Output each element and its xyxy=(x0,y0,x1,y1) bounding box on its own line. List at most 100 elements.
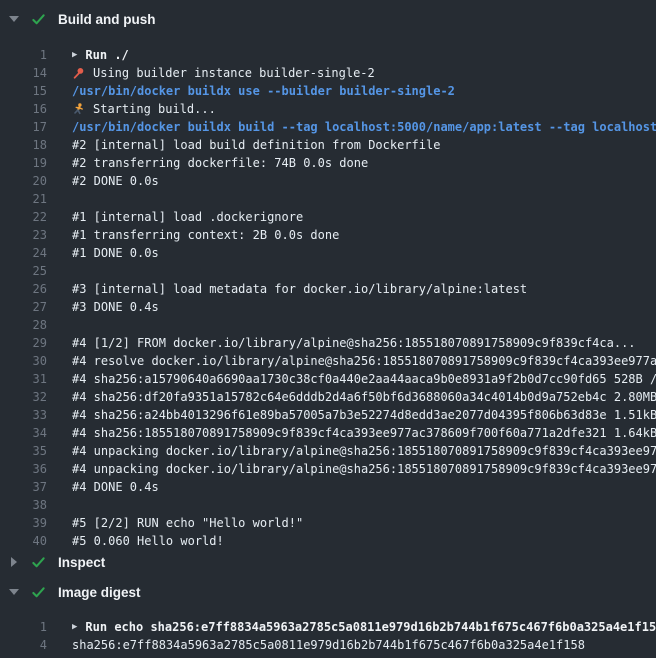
line-text: #1 [internal] load .dockerignore xyxy=(72,208,303,226)
line-number[interactable]: 30 xyxy=(0,352,47,370)
line-text: sha256:e7ff8834a5963a2785c5a0811e979d16b… xyxy=(72,636,585,654)
log-line: 29 #4 [1/2] FROM docker.io/library/alpine… xyxy=(0,334,656,352)
log-line: 1 ▶ Run echo sha256:e7ff8834a5963a2785c5a0… xyxy=(0,618,656,636)
log-line: 22 #1 [internal] load .dockerignore xyxy=(0,208,656,226)
line-content: Starting build... xyxy=(72,100,656,118)
chevron-down-icon[interactable] xyxy=(9,589,19,595)
log-line: 30#4 resolve docker.io/library/alpine@sh… xyxy=(0,352,656,370)
line-number[interactable]: 31 xyxy=(0,370,47,388)
step-log-image-digest: 1 ▶ Run echo sha256:e7ff8834a5963a2785c5a0… xyxy=(0,618,656,654)
chevron-down-icon[interactable] xyxy=(9,16,19,22)
line-content: #5 0.060 Hello world! xyxy=(72,532,656,550)
line-text: #4 DONE 0.4s xyxy=(72,478,159,496)
line-number[interactable]: 40 xyxy=(0,532,47,550)
step-title: Build and push xyxy=(58,12,156,27)
line-number[interactable]: 1 xyxy=(0,46,47,64)
line-content: #4 unpacking docker.io/library/alpine@sh… xyxy=(72,442,656,460)
line-number[interactable]: 15 xyxy=(0,82,47,100)
line-number[interactable]: 25 xyxy=(0,262,47,280)
line-content: #4 sha256:df20fa9351a15782c64e6dddb2d4a6… xyxy=(72,388,656,406)
line-number[interactable]: 38 xyxy=(0,496,47,514)
log-line: 23#1 transferring context: 2B 0.0s done xyxy=(0,226,656,244)
step-header-image-digest[interactable]: Image digest xyxy=(0,580,656,604)
line-text: #3 [internal] load metadata for docker.i… xyxy=(72,280,527,298)
line-number[interactable]: 19 xyxy=(0,154,47,172)
line-content: sha256:e7ff8834a5963a2785c5a0811e979d16b… xyxy=(72,636,656,654)
line-text: #4 sha256:a24bb4013296f61e89ba57005a7b3e… xyxy=(72,406,656,424)
log-line: 36 #4 unpacking docker.io/library/alpine@… xyxy=(0,460,656,478)
log-line: 37 #4 DONE 0.4s xyxy=(0,478,656,496)
log-line: 26 #3 [internal] load metadata for docker… xyxy=(0,280,656,298)
line-content: ▶ Run echo sha256:e7ff8834a5963a2785c5a08… xyxy=(72,618,656,636)
line-number[interactable]: 22 xyxy=(0,208,47,226)
line-number[interactable]: 27 xyxy=(0,298,47,316)
chevron-right-icon[interactable] xyxy=(9,557,19,567)
line-content: #4 DONE 0.4s xyxy=(72,478,656,496)
step-title: Inspect xyxy=(58,555,105,570)
expand-arrow-icon[interactable]: ▶ xyxy=(72,46,77,64)
log-line: 32 #4 sha256:df20fa9351a15782c64e6dddb2d4… xyxy=(0,388,656,406)
line-number[interactable]: 4 xyxy=(0,636,47,654)
line-text: Run echo sha256:e7ff8834a5963a2785c5a081… xyxy=(85,618,656,636)
line-text: #1 DONE 0.0s xyxy=(72,244,159,262)
step-log-build-and-push: 1 ▶ Run ./ 14 Using builder instance builder… xyxy=(0,46,656,550)
line-content xyxy=(72,262,656,280)
line-number[interactable]: 18 xyxy=(0,136,47,154)
line-number[interactable]: 37 xyxy=(0,478,47,496)
check-success-icon xyxy=(31,555,46,570)
line-number[interactable]: 33 xyxy=(0,406,47,424)
line-number[interactable]: 16 xyxy=(0,100,47,118)
line-content: Using builder instance builder-single-2 xyxy=(72,64,656,82)
line-content: #4 sha256:a15790640a6690aa1730c38cf0a440… xyxy=(72,370,656,388)
line-text: /usr/bin/docker buildx use --builder bui… xyxy=(72,82,455,100)
log-line: 19#2 transferring dockerfile: 74B 0.0s d… xyxy=(0,154,656,172)
line-number[interactable]: 21 xyxy=(0,190,47,208)
line-number[interactable]: 29 xyxy=(0,334,47,352)
step-header-inspect[interactable]: Inspect xyxy=(0,550,656,574)
line-text: #2 [internal] load build definition from… xyxy=(72,136,440,154)
line-number[interactable]: 35 xyxy=(0,442,47,460)
line-number[interactable]: 23 xyxy=(0,226,47,244)
line-content xyxy=(72,190,656,208)
line-number[interactable]: 28 xyxy=(0,316,47,334)
log-line: 4 sha256:e7ff8834a5963a2785c5a0811e979d16… xyxy=(0,636,656,654)
log-line: 40 #5 0.060 Hello world! xyxy=(0,532,656,550)
check-success-icon xyxy=(31,585,46,600)
actions-log-viewer: Build and push1▶Run ./14Using builder in… xyxy=(0,0,656,658)
line-content: ▶ Run ./ xyxy=(72,46,656,64)
line-number[interactable]: 32 xyxy=(0,388,47,406)
line-number[interactable]: 39 xyxy=(0,514,47,532)
line-content: #1 DONE 0.0s xyxy=(72,244,656,262)
step-header-build-and-push[interactable]: Build and push xyxy=(0,7,656,31)
log-line: 31 #4 sha256:a15790640a6690aa1730c38cf0a4… xyxy=(0,370,656,388)
log-line: 28 xyxy=(0,316,656,334)
line-number[interactable]: 34 xyxy=(0,424,47,442)
line-text: /usr/bin/docker buildx build --tag local… xyxy=(72,118,656,136)
line-content: /usr/bin/docker buildx build --tag local… xyxy=(72,118,656,136)
line-number[interactable]: 24 xyxy=(0,244,47,262)
line-text: #4 [1/2] FROM docker.io/library/alpine@s… xyxy=(72,334,636,352)
line-content: #4 unpacking docker.io/library/alpine@sh… xyxy=(72,460,656,478)
line-text: #4 unpacking docker.io/library/alpine@sh… xyxy=(72,460,656,478)
line-text: #2 DONE 0.0s xyxy=(72,172,159,190)
line-text: #4 sha256:a15790640a6690aa1730c38cf0a440… xyxy=(72,370,656,388)
log-line: 16 Starting build... xyxy=(0,100,656,118)
expand-arrow-icon[interactable]: ▶ xyxy=(72,618,77,636)
line-content: /usr/bin/docker buildx use --builder bui… xyxy=(72,82,656,100)
line-text: #4 sha256:df20fa9351a15782c64e6dddb2d4a6… xyxy=(72,388,656,406)
line-number[interactable]: 20 xyxy=(0,172,47,190)
line-number[interactable]: 17 xyxy=(0,118,47,136)
line-text: #5 0.060 Hello world! xyxy=(72,532,224,550)
line-number[interactable]: 36 xyxy=(0,460,47,478)
log-line: 17/usr/bin/docker buildx build --tag loc… xyxy=(0,118,656,136)
line-text: #4 unpacking docker.io/library/alpine@sh… xyxy=(72,442,656,460)
line-text: Using builder instance builder-single-2 xyxy=(93,64,375,82)
check-success-icon xyxy=(31,12,46,27)
line-text: Run ./ xyxy=(85,46,128,64)
line-content: #1 [internal] load .dockerignore xyxy=(72,208,656,226)
log-line: 25 xyxy=(0,262,656,280)
line-number[interactable]: 14 xyxy=(0,64,47,82)
line-number[interactable]: 1 xyxy=(0,618,47,636)
log-line: 14 Using builder instance builder-single-… xyxy=(0,64,656,82)
line-number[interactable]: 26 xyxy=(0,280,47,298)
